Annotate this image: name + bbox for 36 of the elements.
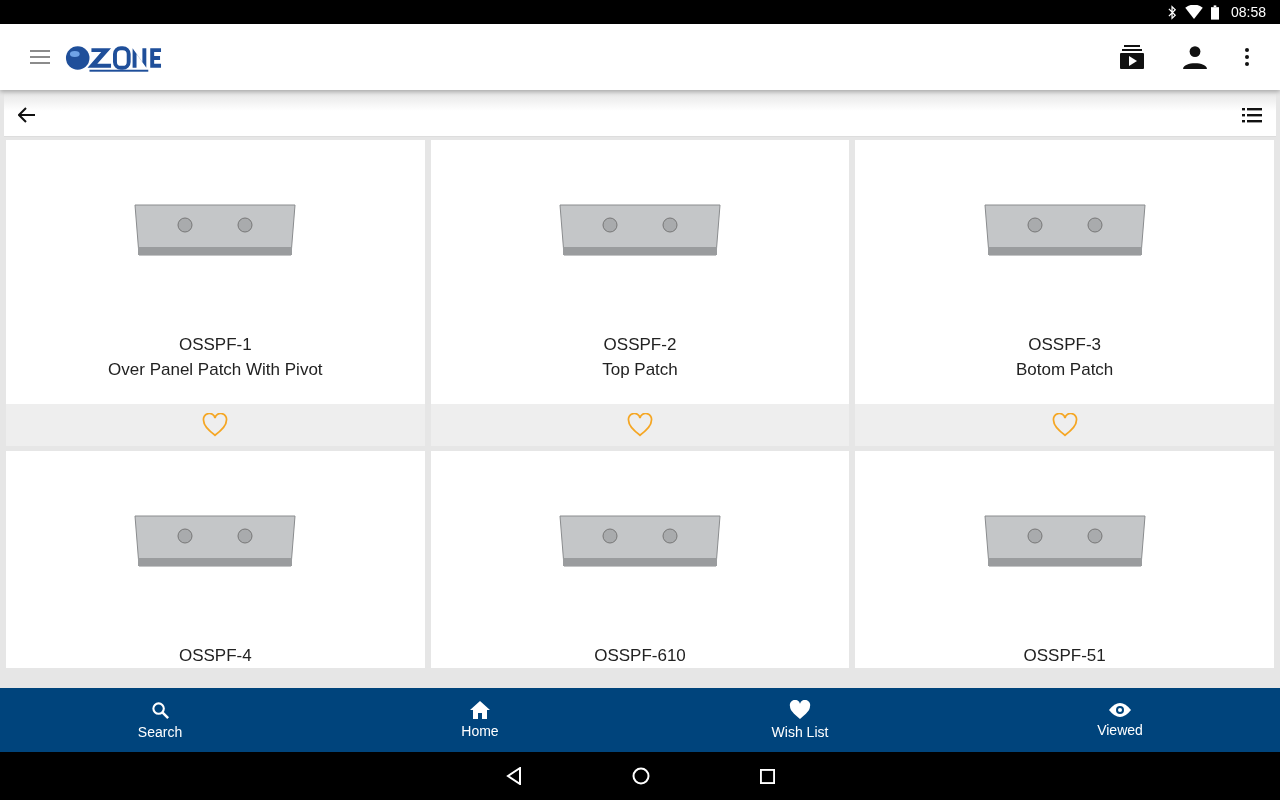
video-library-icon[interactable] xyxy=(1118,43,1146,71)
product-name: Botom Patch xyxy=(1016,359,1114,381)
status-time: 08:58 xyxy=(1230,4,1266,20)
nav-button[interactable]: Viewed xyxy=(960,688,1280,752)
product-card[interactable]: OSSPF-610 xyxy=(430,451,850,668)
search-icon xyxy=(150,700,170,720)
product-code: OSSPF-4 xyxy=(178,645,252,667)
product-card[interactable]: OSSPF-4 xyxy=(6,451,425,668)
heart-icon xyxy=(789,700,811,720)
home-icon xyxy=(470,701,490,719)
menu-icon[interactable] xyxy=(30,50,50,64)
product-card[interactable]: OSSPF-2 Top Patch xyxy=(430,140,850,446)
wifi-icon xyxy=(1184,5,1203,19)
product-code: OSSPF-1 xyxy=(178,334,252,356)
bluetooth-icon xyxy=(1167,4,1177,20)
product-code: OSSPF-51 xyxy=(1023,645,1106,667)
nav-button[interactable]: Home xyxy=(320,688,640,752)
battery-icon xyxy=(1210,4,1219,20)
product-card[interactable]: OSSPF-51 xyxy=(855,451,1274,668)
product-code: OSSPF-2 xyxy=(603,334,677,356)
product-name: Top Patch xyxy=(602,359,678,381)
home-circle-icon[interactable] xyxy=(631,767,650,785)
account-icon[interactable] xyxy=(1182,44,1208,70)
nav-button[interactable]: Wish List xyxy=(640,688,960,752)
eye-icon xyxy=(1108,702,1132,718)
nav-button[interactable]: Search xyxy=(0,688,320,752)
product-code: OSSPF-610 xyxy=(594,645,686,667)
back-icon[interactable] xyxy=(18,107,36,123)
product-name: Over Panel Patch With Pivot xyxy=(108,359,323,381)
recents-square-icon[interactable] xyxy=(759,768,775,784)
more-options-icon[interactable] xyxy=(1244,47,1250,67)
list-view-icon[interactable] xyxy=(1242,107,1262,123)
product-card[interactable]: OSSPF-1 Over Panel Patch With Pivot xyxy=(6,140,425,446)
product-code: OSSPF-3 xyxy=(1028,334,1102,356)
product-card[interactable]: OSSPF-3 Botom Patch xyxy=(855,140,1274,446)
back-triangle-icon[interactable] xyxy=(505,767,522,785)
